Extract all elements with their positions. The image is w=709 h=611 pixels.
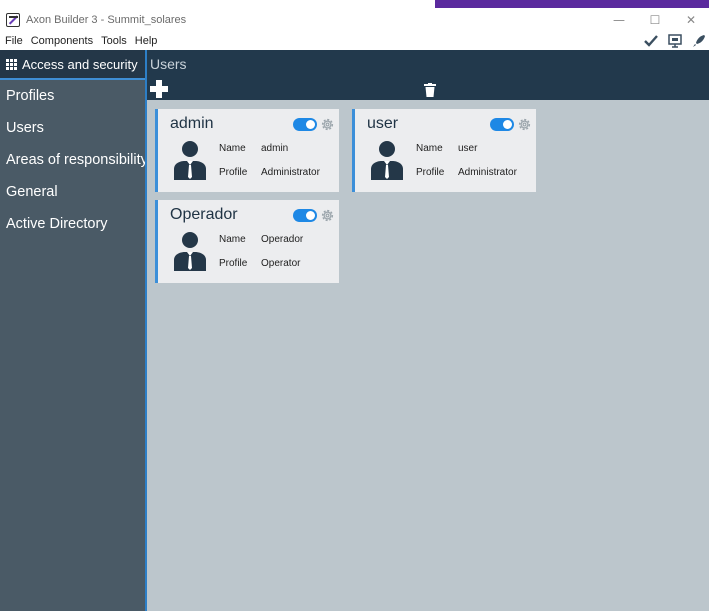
- user-avatar-icon: [371, 141, 403, 180]
- settings-gear-icon[interactable]: [517, 117, 532, 132]
- title-bar: Axon Builder 3 - Summit_solares — ☐ ✕: [0, 8, 709, 32]
- settings-gear-icon[interactable]: [320, 208, 335, 223]
- menu-bar: File Components Tools Help: [0, 32, 709, 50]
- sidebar-title: Access and security: [22, 56, 138, 72]
- name-label: Name: [219, 234, 246, 245]
- sidebar-header[interactable]: Access and security: [0, 50, 145, 80]
- users-panel-header: Users: [147, 50, 709, 100]
- app-logo-icon: [6, 13, 20, 27]
- profile-label: Profile: [219, 258, 248, 269]
- sidebar: Access and security Profiles Users Areas…: [0, 50, 148, 611]
- window-controls: — ☐ ✕: [601, 8, 709, 32]
- add-user-button[interactable]: [150, 80, 168, 98]
- profile-label: Profile: [219, 167, 248, 178]
- sidebar-item-users[interactable]: Users: [0, 112, 145, 144]
- sidebar-item-general[interactable]: General: [0, 176, 145, 208]
- user-card-title: user: [367, 115, 399, 132]
- user-card-title: admin: [170, 115, 214, 132]
- check-icon[interactable]: [643, 33, 659, 49]
- minimize-button[interactable]: —: [601, 8, 637, 32]
- rocket-icon[interactable]: [691, 33, 707, 49]
- window-title: Axon Builder 3 - Summit_solares: [26, 14, 187, 26]
- sidebar-item-areas-of-responsibility[interactable]: Areas of responsibility: [0, 144, 148, 176]
- menu-file[interactable]: File: [0, 35, 27, 47]
- menu-help[interactable]: Help: [131, 35, 162, 47]
- close-button[interactable]: ✕: [673, 8, 709, 32]
- settings-gear-icon[interactable]: [320, 117, 335, 132]
- delete-user-button[interactable]: [424, 82, 436, 97]
- user-avatar-icon: [174, 232, 206, 271]
- monitor-icon[interactable]: [667, 33, 683, 49]
- profile-value: Administrator: [261, 167, 320, 178]
- name-value: user: [458, 143, 478, 154]
- menu-components[interactable]: Components: [27, 35, 97, 47]
- profile-label: Profile: [416, 167, 445, 178]
- name-label: Name: [416, 143, 443, 154]
- user-card-admin[interactable]: admin Name admin Profile Administrator: [155, 109, 339, 192]
- users-panel: Users admin Name admin Profile Administr: [147, 50, 709, 611]
- window-accent-strip: [435, 0, 709, 8]
- sidebar-item-profiles[interactable]: Profiles: [0, 80, 145, 112]
- user-enabled-toggle[interactable]: [293, 118, 317, 131]
- name-label: Name: [219, 143, 246, 154]
- name-value: Operador: [261, 234, 304, 245]
- user-card-title: Operador: [170, 206, 238, 223]
- user-avatar-icon: [174, 141, 206, 180]
- user-card-user[interactable]: user Name user Profile Administrator: [352, 109, 536, 192]
- user-enabled-toggle[interactable]: [490, 118, 514, 131]
- maximize-button[interactable]: ☐: [637, 8, 673, 32]
- sidebar-item-active-directory[interactable]: Active Directory: [0, 208, 145, 240]
- profile-value: Operator: [261, 258, 301, 269]
- page-title: Users: [150, 56, 187, 72]
- sidebar-list: Profiles Users Areas of responsibility G…: [0, 80, 148, 240]
- trash-icon: [424, 83, 436, 97]
- toolbar-actions: [643, 32, 709, 50]
- profile-value: Administrator: [458, 167, 517, 178]
- user-card-operador[interactable]: Operador Name Operador Profile Operator: [155, 200, 339, 283]
- user-enabled-toggle[interactable]: [293, 209, 317, 222]
- menu-tools[interactable]: Tools: [97, 35, 131, 47]
- apps-grid-icon: [6, 58, 17, 70]
- name-value: admin: [261, 143, 289, 154]
